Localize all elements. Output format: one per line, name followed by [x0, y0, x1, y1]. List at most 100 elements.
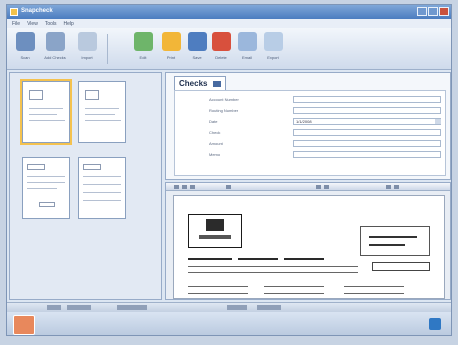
window-controls — [417, 7, 449, 16]
email-icon — [237, 32, 257, 51]
add-checks-button[interactable]: Add Checks — [43, 32, 67, 60]
settings-icon[interactable] — [394, 185, 399, 189]
thumb-line — [29, 114, 57, 115]
checks-tab[interactable]: Checks — [174, 76, 226, 90]
logo-mark — [206, 219, 224, 231]
account-number-field[interactable] — [293, 96, 441, 103]
address-block — [360, 226, 430, 256]
delete-button[interactable]: Delete — [209, 32, 233, 60]
preview-toolbar — [166, 183, 450, 191]
thumb-line — [29, 108, 63, 109]
logo-base — [199, 235, 231, 239]
field-label-check: Check — [209, 130, 221, 135]
maximize-icon[interactable] — [428, 7, 438, 16]
close-icon[interactable] — [439, 7, 449, 16]
status-item — [227, 305, 247, 310]
next-page-icon[interactable] — [324, 185, 329, 189]
text-rule — [188, 272, 358, 273]
tray-icon[interactable] — [429, 318, 441, 330]
address-line — [369, 244, 405, 246]
field-label-date: Date — [209, 119, 218, 124]
thumb-line — [29, 120, 65, 121]
thumb-logo — [29, 90, 43, 100]
address-line — [369, 236, 417, 238]
thumb-line — [27, 188, 57, 189]
thumbnail-panel — [9, 72, 162, 300]
thumb-line — [85, 120, 121, 121]
checks-panel: Checks Account Number Routing Number Dat… — [165, 72, 451, 180]
title-bar: Snapcheck — [7, 5, 451, 19]
scan-button[interactable]: Scan — [13, 32, 37, 60]
payee-line — [238, 258, 278, 260]
import-icon — [77, 32, 97, 51]
edit-button[interactable]: Edit — [131, 32, 155, 60]
status-item — [67, 305, 91, 310]
taskbar-app-icon[interactable] — [13, 315, 35, 335]
menu-bar: File View Tools Help — [7, 19, 451, 28]
export-button[interactable]: Export — [261, 32, 285, 60]
status-item — [117, 305, 147, 310]
date-picker-icon[interactable] — [435, 119, 441, 124]
status-bar — [7, 302, 451, 312]
thumbnail-check-2[interactable] — [78, 81, 126, 143]
thumb-header — [83, 164, 101, 170]
thumb-line — [83, 184, 121, 185]
import-button[interactable]: Import — [75, 32, 99, 60]
date-box — [372, 262, 430, 271]
check-document — [173, 195, 445, 299]
toolbar: Scan Add Checks Import Edit Print Save D… — [7, 28, 451, 70]
thumb-header — [27, 164, 45, 170]
text-rule — [264, 293, 324, 294]
field-label-routing: Routing Number — [209, 108, 239, 113]
menu-help[interactable]: Help — [64, 21, 74, 27]
memo-field[interactable] — [293, 151, 441, 158]
date-field[interactable]: 1/1/2008 — [293, 118, 441, 125]
thumb-button — [39, 202, 55, 207]
taskbar — [7, 312, 451, 335]
email-button[interactable]: Email — [235, 32, 259, 60]
print-button[interactable]: Print — [159, 32, 183, 60]
thumb-line — [83, 200, 121, 201]
text-rule — [188, 286, 248, 287]
prev-page-icon[interactable] — [316, 185, 321, 189]
print-preview-icon[interactable] — [386, 185, 391, 189]
status-item — [257, 305, 281, 310]
window-title: Snapcheck — [21, 8, 53, 14]
edit-icon — [133, 32, 153, 51]
zoom-out-icon[interactable] — [182, 185, 187, 189]
routing-number-field[interactable] — [293, 107, 441, 114]
save-button[interactable]: Save — [185, 32, 209, 60]
thumb-line — [83, 192, 121, 193]
text-rule — [188, 266, 358, 267]
zoom-in-icon[interactable] — [174, 185, 179, 189]
thumbnail-check-4[interactable] — [78, 157, 126, 219]
scanner-icon — [15, 32, 35, 51]
text-rule — [344, 293, 404, 294]
export-icon — [263, 32, 283, 51]
checks-form: Account Number Routing Number Date 1/1/2… — [174, 90, 446, 176]
amount-field[interactable] — [293, 140, 441, 147]
menu-file[interactable]: File — [12, 21, 20, 27]
minimize-icon[interactable] — [417, 7, 427, 16]
thumbnail-check-3[interactable] — [22, 157, 70, 219]
payee-line — [188, 258, 232, 260]
check-preview — [165, 182, 451, 300]
add-checks-icon — [45, 32, 65, 51]
thumbnail-check-1[interactable] — [20, 79, 72, 145]
menu-view[interactable]: View — [27, 21, 38, 27]
field-label-memo: Memo — [209, 152, 221, 157]
text-rule — [188, 293, 248, 294]
rotate-icon[interactable] — [226, 185, 231, 189]
fit-page-icon[interactable] — [190, 185, 195, 189]
text-rule — [344, 286, 404, 287]
chevron-down-icon[interactable] — [213, 81, 221, 87]
menu-tools[interactable]: Tools — [45, 21, 57, 27]
status-item — [47, 305, 61, 310]
delete-icon — [211, 32, 231, 51]
print-icon — [161, 32, 181, 51]
thumb-line — [83, 176, 121, 177]
check-number-field[interactable] — [293, 129, 441, 136]
app-window: Snapcheck File View Tools Help Scan Add … — [6, 4, 452, 336]
app-icon — [10, 8, 18, 16]
thumb-line — [85, 114, 115, 115]
